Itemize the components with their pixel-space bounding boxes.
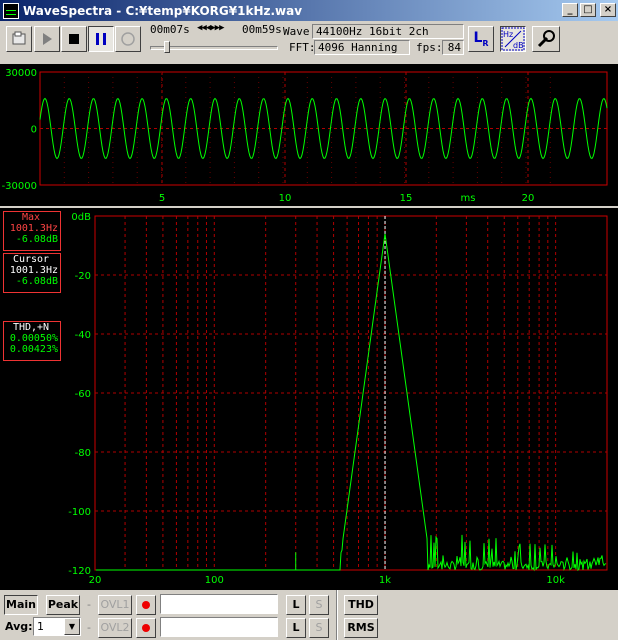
fps-label: fps:	[416, 41, 443, 54]
channel-lr-button[interactable]: LR	[468, 26, 494, 52]
title-bar: WaveSpectra - C:¥temp¥KORG¥1kHz.wav _ □ …	[0, 0, 618, 21]
fps-value: 84	[442, 40, 464, 55]
spectrum-x-tick-label: 100	[205, 575, 224, 586]
seek-buttons[interactable]: ◀◀◀▶▶▶	[197, 23, 224, 33]
ovl2-l-button[interactable]: L	[286, 618, 306, 638]
rms-button[interactable]: RMS	[344, 618, 378, 638]
avg-label: Avg:	[5, 620, 33, 633]
spectrum-y-tick-label: -80	[75, 448, 91, 459]
scope-y-tick-label: 30000	[5, 68, 37, 79]
avg-select[interactable]: 1 ▼	[33, 617, 81, 636]
svg-text:Hz: Hz	[503, 30, 513, 39]
spectrum-plot[interactable]: 0dB -20 -40 -60 -80 -100 -12020 100 1k 10k	[0, 208, 618, 590]
spectrum-y-tick-label: -120	[68, 566, 91, 577]
fft-label: FFT:	[289, 41, 316, 54]
scope-x-tick-label: 10	[279, 193, 292, 204]
thd-info-box: THD,+N 0.00050% 0.00423%	[3, 321, 61, 361]
waveform-plot: 30000 0 -30000 5 10 15 20 ms	[2, 68, 608, 204]
pause-button[interactable]	[88, 26, 114, 52]
seek-slider-thumb[interactable]	[164, 41, 170, 53]
spectrum-y-tick-label: -20	[75, 271, 91, 282]
fft-setting-field: 4096 Hanning	[314, 40, 410, 55]
svg-text:dB: dB	[513, 41, 524, 50]
max-title: Max	[21, 212, 41, 223]
avg-value: 1	[37, 620, 44, 633]
hz-db-scale-icon: Hz dB	[501, 27, 525, 51]
ovl2-button[interactable]: OVL2	[98, 618, 132, 638]
pause-icon	[96, 33, 106, 45]
play-button[interactable]	[34, 26, 60, 52]
thdn-value: 0.00423%	[9, 344, 58, 355]
record-icon	[121, 32, 135, 46]
max-info-box: Max 1001.3Hz -6.08dB	[3, 211, 61, 251]
dash-2: -	[87, 621, 91, 634]
peak-button[interactable]: Peak	[46, 595, 80, 615]
time-total: 00m59s	[242, 23, 282, 36]
cursor-db: -6.08dB	[15, 276, 58, 287]
spectrum-x-tick-label: 20	[89, 575, 102, 586]
max-db: -6.08dB	[15, 234, 58, 245]
spectrum-x-tick-label: 1k	[379, 575, 391, 586]
cursor-info-box: Cursor 1001.3Hz -6.08dB	[3, 253, 61, 293]
thd-value: 0.00050%	[9, 333, 58, 344]
dash-1: -	[87, 598, 91, 611]
thd-button[interactable]: THD	[344, 595, 378, 615]
time-position: 00m07s	[150, 23, 190, 36]
toolbar: 00m07s ◀◀◀▶▶▶ 00m59s Wave: 44100Hz 16bit…	[0, 21, 618, 61]
hz-db-scale-button[interactable]: Hz dB	[500, 26, 526, 52]
stop-button[interactable]	[61, 26, 87, 52]
scope-x-tick-label: 5	[159, 193, 165, 204]
settings-button[interactable]	[532, 26, 560, 52]
bottom-bar: Main Peak - OVL1 L S Avg: 1 ▼ - OVL2 L S…	[0, 590, 618, 640]
ovl1-button[interactable]: OVL1	[98, 595, 132, 615]
ovl1-name-field[interactable]	[160, 594, 278, 614]
stop-icon	[69, 34, 79, 44]
record-button[interactable]	[115, 26, 141, 52]
open-file-icon	[12, 31, 26, 45]
ovl2-name-field[interactable]	[160, 617, 278, 637]
ovl1-l-button[interactable]: L	[286, 595, 306, 615]
scope-unit-label: ms	[461, 193, 476, 204]
ovl1-s-button[interactable]: S	[309, 595, 329, 615]
open-file-button[interactable]	[6, 26, 32, 52]
spectrum-y-tick-label: 0dB	[71, 212, 91, 223]
spectrum-y-tick-label: -40	[75, 330, 91, 341]
minimize-button[interactable]: _	[562, 3, 578, 17]
spectrum-y-tick-label: -100	[68, 507, 91, 518]
divider	[336, 590, 338, 640]
spectrum-y-tick-label: -60	[75, 389, 91, 400]
chevron-down-icon[interactable]: ▼	[64, 618, 80, 635]
waveform-panel: 30000 0 -30000 5 10 15 20 ms	[0, 64, 618, 206]
maximize-button[interactable]: □	[580, 3, 596, 17]
window-title: WaveSpectra - C:¥temp¥KORG¥1kHz.wav	[23, 3, 303, 18]
close-button[interactable]: ×	[600, 3, 616, 17]
cursor-freq: 1001.3Hz	[9, 265, 58, 276]
spectrum-frame	[94, 215, 608, 571]
max-freq: 1001.3Hz	[9, 223, 58, 234]
ovl1-record-button[interactable]	[136, 595, 156, 615]
app-icon	[3, 2, 19, 19]
ovl2-s-button[interactable]: S	[309, 618, 329, 638]
scope-y-tick-label: 0	[31, 125, 37, 136]
scope-x-tick-label: 15	[400, 193, 413, 204]
play-icon	[43, 33, 52, 45]
wrench-icon	[537, 30, 555, 48]
wave-format-field: 44100Hz 16bit 2ch	[312, 24, 464, 39]
channel-lr-icon: LR	[473, 30, 489, 48]
ovl2-record-button[interactable]	[136, 618, 156, 638]
cursor-title: Cursor	[12, 254, 50, 265]
thd-title: THD,+N	[12, 322, 50, 333]
spectrum-panel: 0dB -20 -40 -60 -80 -100 -120 20 100 1k 10k Max 10…	[0, 208, 618, 590]
spectrum-x-tick-label: 10k	[546, 575, 565, 586]
main-button[interactable]: Main	[4, 595, 38, 615]
scope-y-tick-label: -30000	[2, 181, 37, 192]
scope-x-tick-label: 20	[522, 193, 535, 204]
